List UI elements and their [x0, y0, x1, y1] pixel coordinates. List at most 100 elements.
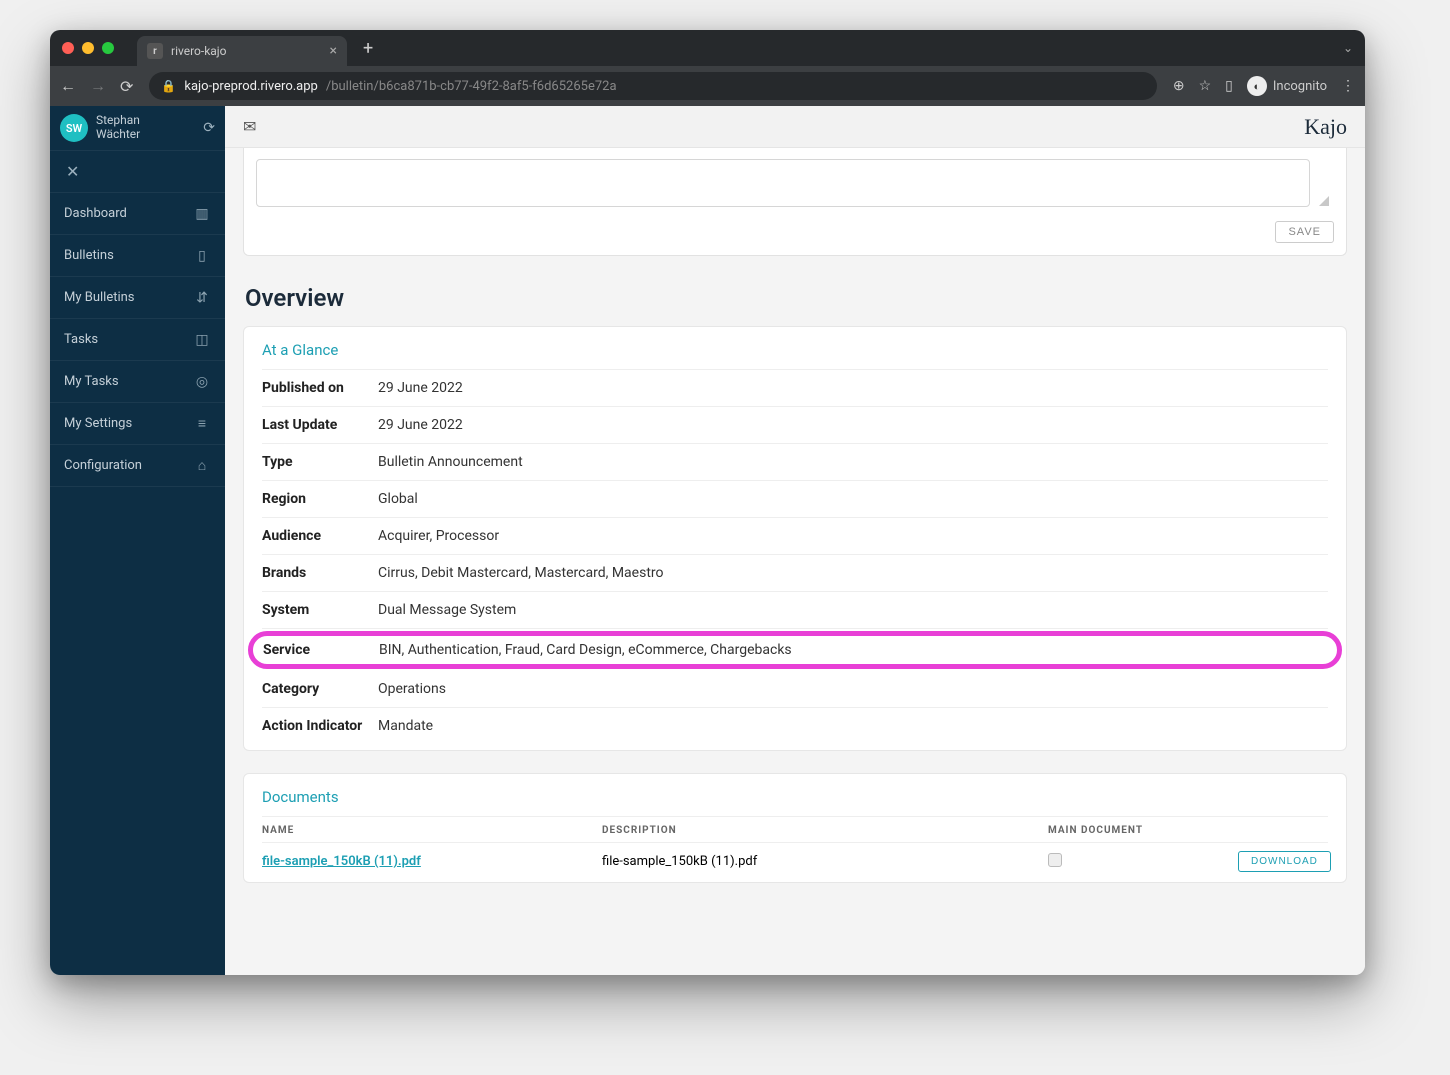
- glance-value: Bulletin Announcement: [378, 454, 1328, 470]
- glance-key: Action Indicator: [262, 718, 378, 734]
- glance-row-published-on: Published on29 June 2022: [262, 370, 1328, 407]
- window-max-dot[interactable]: [102, 42, 114, 54]
- sidebar-collapse[interactable]: ✕: [50, 151, 225, 193]
- panel-icon[interactable]: ▯: [1225, 78, 1233, 94]
- glance-value: BIN, Authentication, Fraud, Card Design,…: [379, 642, 1327, 658]
- document-row: file-sample_150kB (11).pdf file-sample_15…: [262, 843, 1328, 880]
- glance-row-brands: BrandsCirrus, Debit Mastercard, Masterca…: [262, 555, 1328, 592]
- glance-row-service: ServiceBIN, Authentication, Fraud, Card …: [248, 631, 1342, 669]
- at-a-glance-title: At a Glance: [262, 341, 1328, 370]
- nav-forward-icon[interactable]: →: [90, 76, 106, 96]
- document-description: file-sample_150kB (11).pdf: [602, 854, 1048, 869]
- nav-back-icon[interactable]: ←: [60, 76, 76, 96]
- doc-header-name: NAME: [262, 825, 602, 836]
- app-topbar: ✉ Kajo: [225, 106, 1365, 148]
- glance-value: Acquirer, Processor: [378, 528, 1328, 544]
- browser-addressbar: ← → ⟳ 🔒 kajo-preprod.rivero.app/bulletin…: [50, 66, 1365, 106]
- sidebar-item-label: Configuration: [64, 458, 185, 473]
- glance-key: Type: [262, 454, 378, 470]
- tab-close-icon[interactable]: ×: [330, 43, 337, 59]
- browser-tab[interactable]: r rivero-kajo ×: [137, 36, 347, 66]
- glance-row-type: TypeBulletin Announcement: [262, 444, 1328, 481]
- sidebar-item-icon: ▥: [193, 206, 211, 222]
- doc-header-main: MAIN DOCUMENT: [1048, 825, 1238, 836]
- browser-window: r rivero-kajo × + ⌄ ← → ⟳ 🔒 kajo-preprod…: [50, 30, 1365, 975]
- incognito-icon: ◐: [1247, 76, 1267, 96]
- sidebar-item-label: Dashboard: [64, 206, 185, 221]
- notes-card: SAVE: [243, 148, 1347, 256]
- glance-key: System: [262, 602, 378, 618]
- sidebar-item-dashboard[interactable]: Dashboard ▥: [50, 193, 225, 235]
- main-document-checkbox[interactable]: [1048, 853, 1062, 867]
- profile-section[interactable]: SW Stephan Wächter ⟳: [50, 106, 225, 151]
- refresh-icon[interactable]: ⟳: [203, 120, 215, 136]
- glance-row-audience: AudienceAcquirer, Processor: [262, 518, 1328, 555]
- sidebar-item-my-bulletins[interactable]: My Bulletins ⇵: [50, 277, 225, 319]
- documents-title: Documents: [262, 788, 1328, 817]
- glance-value: Mandate: [378, 718, 1328, 734]
- notes-textarea[interactable]: [256, 159, 1310, 207]
- brand-label: Kajo: [1304, 114, 1347, 140]
- at-a-glance-card: At a Glance Published on29 June 2022Last…: [243, 326, 1347, 751]
- sidebar-item-icon: ⇵: [193, 290, 211, 306]
- browser-titlebar: r rivero-kajo × + ⌄: [50, 30, 1365, 66]
- new-tab-button[interactable]: +: [363, 38, 373, 59]
- glance-row-last-update: Last Update29 June 2022: [262, 407, 1328, 444]
- glance-key: Brands: [262, 565, 378, 581]
- user-name: Stephan Wächter: [96, 114, 195, 142]
- glance-row-region: RegionGlobal: [262, 481, 1328, 518]
- sidebar-item-icon: ◫: [193, 332, 211, 348]
- mail-icon[interactable]: ✉: [243, 117, 256, 136]
- glance-value: 29 June 2022: [378, 380, 1328, 396]
- tabs-expand-icon[interactable]: ⌄: [1343, 41, 1353, 55]
- menu-icon[interactable]: ⋮: [1341, 78, 1355, 94]
- sidebar-item-icon: ◎: [193, 374, 211, 390]
- sidebar-item-label: Tasks: [64, 332, 185, 347]
- main-content: ✉ Kajo SAVE Overview At a Glance Publi: [225, 106, 1365, 975]
- sidebar-item-my-settings[interactable]: My Settings≡: [50, 403, 225, 445]
- nav-reload-icon[interactable]: ⟳: [120, 77, 133, 96]
- sidebar: SW Stephan Wächter ⟳ ✕ Dashboard ▥ Bulleti…: [50, 106, 225, 975]
- sidebar-item-label: My Bulletins: [64, 290, 185, 305]
- sidebar-item-icon: ⌂: [193, 457, 211, 474]
- save-button[interactable]: SAVE: [1275, 221, 1334, 243]
- glance-row-category: CategoryOperations: [262, 671, 1328, 708]
- sidebar-item-label: Bulletins: [64, 248, 185, 263]
- incognito-label: Incognito: [1273, 79, 1327, 94]
- glance-key: Category: [262, 681, 378, 697]
- document-link[interactable]: file-sample_150kB (11).pdf: [262, 854, 421, 869]
- sidebar-item-tasks[interactable]: Tasks ◫: [50, 319, 225, 361]
- url-host: kajo-preprod.rivero.app: [184, 79, 317, 94]
- documents-header-row: NAME DESCRIPTION MAIN DOCUMENT: [262, 817, 1328, 843]
- overview-title: Overview: [245, 284, 1347, 312]
- traffic-lights: [62, 42, 114, 54]
- bookmark-icon[interactable]: ☆: [1199, 78, 1212, 94]
- incognito-badge: ◐ Incognito: [1247, 76, 1327, 96]
- doc-header-desc: DESCRIPTION: [602, 825, 1048, 836]
- glance-row-system: SystemDual Message System: [262, 592, 1328, 629]
- glance-value: Operations: [378, 681, 1328, 697]
- download-button[interactable]: DOWNLOAD: [1238, 851, 1331, 872]
- url-path: /bulletin/b6ca871b-cb77-49f2-8af5-f6d652…: [326, 79, 617, 94]
- sidebar-item-label: My Settings: [64, 416, 185, 431]
- window-close-dot[interactable]: [62, 42, 74, 54]
- glance-key: Region: [262, 491, 378, 507]
- glance-key: Audience: [262, 528, 378, 544]
- glance-value: 29 June 2022: [378, 417, 1328, 433]
- glance-row-action-indicator: Action IndicatorMandate: [262, 708, 1328, 744]
- glance-value: Cirrus, Debit Mastercard, Mastercard, Ma…: [378, 565, 1328, 581]
- avatar: SW: [60, 114, 88, 142]
- zoom-icon[interactable]: ⊕: [1173, 78, 1185, 94]
- sidebar-item-configuration[interactable]: Configuration ⌂: [50, 445, 225, 487]
- glance-value: Global: [378, 491, 1328, 507]
- resize-grip-icon[interactable]: [1319, 196, 1329, 206]
- window-min-dot[interactable]: [82, 42, 94, 54]
- url-field[interactable]: 🔒 kajo-preprod.rivero.app/bulletin/b6ca8…: [149, 72, 1156, 100]
- lock-icon: 🔒: [161, 79, 176, 93]
- sidebar-item-icon: ▯: [193, 248, 211, 264]
- glance-value: Dual Message System: [378, 602, 1328, 618]
- documents-card: Documents NAME DESCRIPTION MAIN DOCUMENT…: [243, 773, 1347, 883]
- tab-title: rivero-kajo: [171, 44, 227, 58]
- sidebar-item-bulletins[interactable]: Bulletins ▯: [50, 235, 225, 277]
- sidebar-item-my-tasks[interactable]: My Tasks◎: [50, 361, 225, 403]
